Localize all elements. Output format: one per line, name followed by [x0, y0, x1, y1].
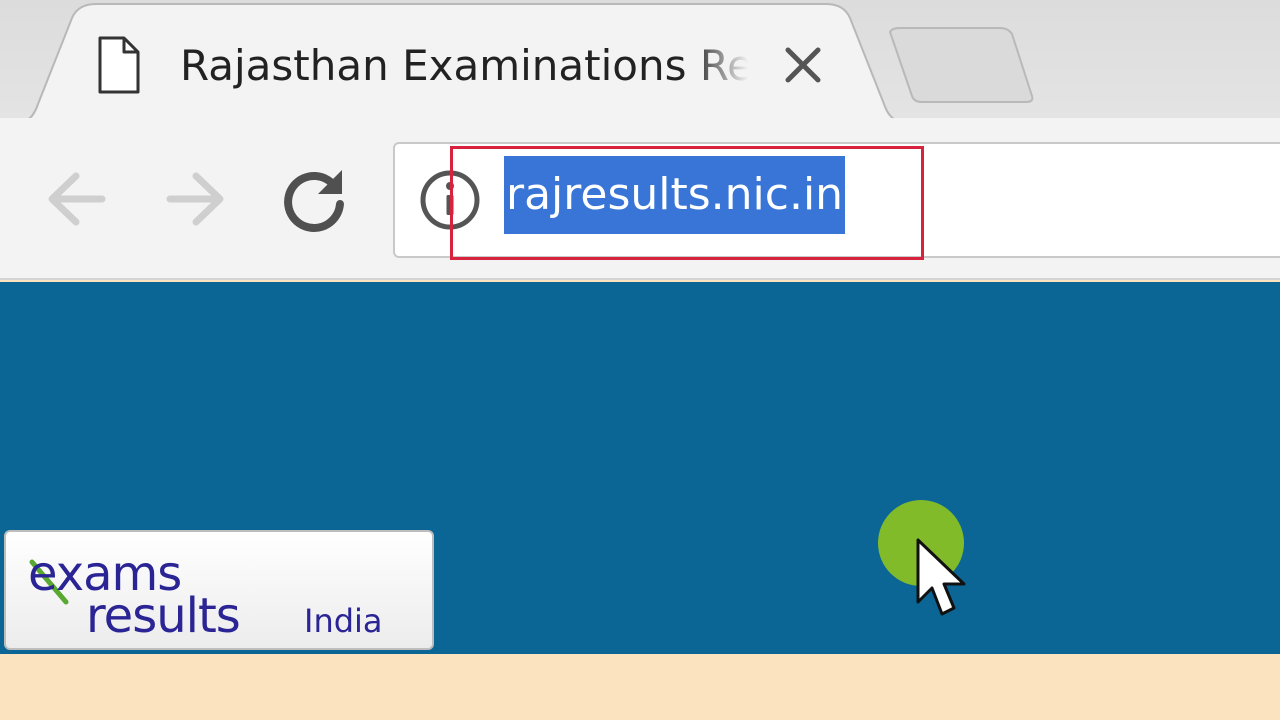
forward-arrow-icon[interactable]	[160, 164, 230, 234]
tab-title[interactable]: Rajasthan Examinations Results	[180, 38, 748, 94]
reload-icon[interactable]	[280, 164, 350, 234]
logo-word-india: India	[304, 602, 383, 640]
page-icon	[98, 36, 140, 94]
site-logo[interactable]: exams results India	[4, 530, 434, 650]
url-highlight-annotation	[450, 146, 924, 260]
mouse-pointer-icon	[916, 538, 966, 616]
logo-word-results: results	[86, 588, 240, 644]
back-arrow-icon[interactable]	[42, 164, 112, 234]
close-icon[interactable]	[780, 42, 826, 88]
page-footer	[0, 654, 1280, 720]
tab-strip: Rajasthan Examinations Results	[0, 0, 1280, 122]
browser-window: Rajasthan Examinations Results rajresult…	[0, 0, 1280, 720]
new-tab-icon[interactable]	[888, 27, 1034, 103]
logo-graphic: exams results India	[28, 546, 383, 644]
